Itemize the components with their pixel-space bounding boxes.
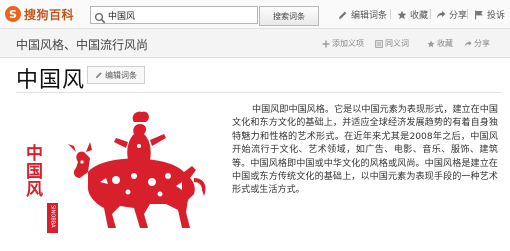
- star-icon: [397, 10, 407, 20]
- logo-mark: S: [5, 6, 21, 22]
- entry-subtitle: 中国风格、中国流行风尚: [16, 38, 149, 52]
- same-icon: [375, 39, 383, 48]
- entry-title: 中国风: [16, 68, 86, 93]
- divider: [390, 9, 391, 19]
- entry-subheader: 中国风格、中国流行风尚 添加义项 同义词 收藏 分享: [0, 29, 510, 58]
- report-link[interactable]: 投诉: [474, 8, 505, 21]
- add-tag-link[interactable]: 添加义项: [322, 38, 364, 49]
- sogou-baike-logo[interactable]: S 搜狗百科: [5, 4, 74, 24]
- share-icon: [464, 40, 472, 48]
- same-name-link[interactable]: 同义词: [375, 38, 409, 49]
- title-divider: [16, 92, 502, 93]
- edit-entry-link[interactable]: 编辑词条: [338, 8, 387, 21]
- collect-label: 收藏: [410, 11, 429, 21]
- star-icon: [427, 39, 435, 48]
- pencil-icon: [338, 10, 348, 20]
- plus-icon: [322, 40, 330, 48]
- pencil-icon: [95, 71, 103, 79]
- search-value: 中国风: [108, 12, 136, 22]
- divider: [467, 9, 468, 19]
- sub-collect-link[interactable]: 收藏: [427, 38, 453, 49]
- share-icon: [436, 10, 446, 20]
- report-label: 投诉: [487, 11, 506, 21]
- edit-entry-label: 编辑词条: [351, 11, 388, 21]
- edit-entry-button[interactable]: 编辑词条: [87, 66, 145, 84]
- search-button[interactable]: 搜索词条: [259, 6, 319, 26]
- logo-text: 搜狗百科: [24, 7, 75, 22]
- add-tag-label: 添加义项: [332, 39, 364, 48]
- share-link[interactable]: 分享: [436, 8, 467, 21]
- ox-papercut: [68, 111, 206, 228]
- calligraphy-text: 中国风: [22, 143, 43, 198]
- edit-entry-button-label: 编辑词条: [105, 70, 137, 80]
- papercut-ox-image: 中国风 SINOBBA: [16, 100, 218, 246]
- sub-share-link[interactable]: 分享: [464, 38, 490, 49]
- stamp-text: SINOBBA: [50, 205, 56, 228]
- top-bar: S 搜狗百科 中国风 搜索词条 编辑词条 收藏 分享 投诉: [0, 0, 510, 29]
- sub-share-label: 分享: [474, 39, 490, 48]
- flag-icon: [474, 10, 484, 20]
- sub-collect-label: 收藏: [437, 39, 453, 48]
- entry-summary: 中国风即中国风格。它是以中国元素为表现形式，建立在中国文化和东方文化的基础上，并…: [232, 105, 498, 196]
- search-input[interactable]: 中国风: [90, 6, 258, 24]
- share-label: 分享: [449, 11, 468, 21]
- collect-link[interactable]: 收藏: [397, 8, 428, 21]
- search-icon: [94, 9, 106, 24]
- same-name-label: 同义词: [385, 39, 409, 48]
- divider: [430, 9, 431, 19]
